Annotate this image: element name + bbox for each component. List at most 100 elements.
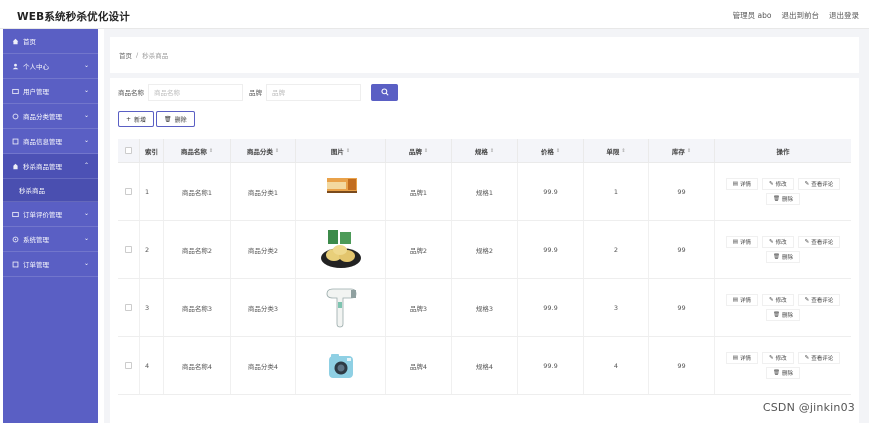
cell-stock: 99 — [649, 337, 715, 394]
sidebar-item-user-management[interactable]: 用户管理 ⌄ — [3, 79, 98, 104]
cell-category: 商品分类1 — [231, 163, 296, 220]
edit-icon: ✎ — [804, 297, 810, 303]
action-bar: + 新增 🗑 删除 — [118, 111, 195, 127]
batch-delete-button[interactable]: 🗑 删除 — [156, 111, 195, 127]
cell-index: 2 — [140, 221, 164, 278]
row-checkbox[interactable] — [125, 362, 132, 369]
breadcrumb-separator: / — [136, 51, 139, 59]
sidebar-item-category-management[interactable]: 商品分类管理 ⌄ — [3, 104, 98, 129]
add-button[interactable]: + 新增 — [118, 111, 155, 127]
view-review-button[interactable]: ✎ 查看评论 — [797, 178, 841, 190]
trash-icon: 🗑 — [773, 370, 780, 376]
sort-icon: ⇕ — [489, 147, 495, 154]
goods-table: 索引 商品名称 ⇕ 商品分类 ⇕ 图片 ⇕ 品牌 ⇕ 规格 ⇕ 价格 ⇕ 单限 ⇕ 库存 ⇕ 操… — [118, 139, 851, 395]
watermark: CSDN @jinkin03 — [762, 401, 855, 414]
delete-button[interactable]: 🗑 删除 — [766, 309, 800, 321]
app-title: WEB系统秒杀优化设计 — [17, 11, 130, 23]
delete-button[interactable]: 🗑 删除 — [766, 367, 800, 379]
detail-icon: ▤ — [732, 297, 738, 303]
detail-button[interactable]: ▤ 详情 — [725, 294, 758, 306]
row-checkbox[interactable] — [125, 304, 132, 311]
cell-operations: ▤ 详情 ✎ 修改 ✎ 查看评论 🗑 删除 — [715, 337, 851, 394]
detail-button[interactable]: ▤ 详情 — [725, 178, 758, 190]
view-review-button[interactable]: ✎ 查看评论 — [797, 294, 841, 306]
edit-icon: ✎ — [804, 355, 810, 361]
trash-icon: 🗑 — [773, 312, 780, 318]
col-stock[interactable]: 库存 ⇕ — [649, 139, 715, 162]
cell-stock: 99 — [649, 221, 715, 278]
goods-name-label: 商品名称 — [118, 89, 144, 97]
view-review-button[interactable]: ✎ 查看评论 — [797, 352, 841, 364]
sidebar-item-goods-management[interactable]: 商品信息管理 ⌄ — [3, 129, 98, 154]
detail-button[interactable]: ▤ 详情 — [725, 352, 758, 364]
cell-price: 99.9 — [518, 163, 584, 220]
breadcrumb-current: 秒杀商品 — [142, 52, 169, 60]
sidebar-subitem-label: 秒杀商品 — [19, 187, 45, 195]
cell-spec: 规格4 — [452, 337, 518, 394]
cell-limit: 3 — [584, 279, 649, 336]
col-image[interactable]: 图片 ⇕ — [296, 139, 386, 162]
back-to-front-link[interactable]: 退出到前台 — [782, 10, 820, 21]
col-category[interactable]: 商品分类 ⇕ — [231, 139, 296, 162]
col-spec[interactable]: 规格 ⇕ — [452, 139, 518, 162]
trash-icon: 🗑 — [773, 254, 780, 260]
order-icon — [11, 260, 19, 268]
col-operations: 操作 — [776, 147, 790, 156]
sidebar-subitem-flash-sale-goods[interactable]: 秒杀商品 — [3, 179, 98, 202]
cell-name: 商品名称4 — [164, 337, 231, 394]
edit-icon: ✎ — [804, 239, 810, 245]
cell-price: 99.9 — [518, 221, 584, 278]
col-brand[interactable]: 品牌 ⇕ — [386, 139, 452, 162]
col-price[interactable]: 价格 ⇕ — [518, 139, 584, 162]
users-icon — [11, 87, 19, 95]
cell-name: 商品名称3 — [164, 279, 231, 336]
sidebar-item-order-review-management[interactable]: 订单评价管理 ⌄ — [3, 202, 98, 227]
sidebar-item-label: 首页 — [23, 38, 36, 46]
hair-dryer-icon — [318, 286, 364, 330]
edit-button[interactable]: ✎ 修改 — [761, 178, 794, 190]
cell-brand: 品牌1 — [386, 163, 452, 220]
logout-link[interactable]: 退出登录 — [829, 10, 859, 21]
sidebar-item-personal-center[interactable]: 个人中心 ⌄ — [3, 54, 98, 79]
search-icon — [380, 88, 389, 96]
select-all-checkbox[interactable] — [125, 147, 132, 154]
cell-limit: 1 — [584, 163, 649, 220]
cell-brand: 品牌2 — [386, 221, 452, 278]
sidebar: 首页 个人中心 ⌄ 用户管理 ⌄ 商品分类管理 ⌄ 商品信息管理 ⌄ 秒杀商品管… — [3, 29, 98, 423]
sidebar-item-label: 商品分类管理 — [23, 113, 62, 121]
row-checkbox[interactable] — [125, 188, 132, 195]
category-icon — [11, 112, 19, 120]
detail-icon: ▤ — [732, 181, 738, 187]
sidebar-item-label: 秒杀商品管理 — [23, 163, 62, 171]
sort-icon: ⇕ — [208, 147, 214, 154]
cell-spec: 规格2 — [452, 221, 518, 278]
chevron-down-icon: ⌄ — [83, 112, 89, 119]
cell-brand: 品牌4 — [386, 337, 452, 394]
cell-image — [296, 221, 386, 278]
edit-button[interactable]: ✎ 修改 — [761, 294, 794, 306]
cell-brand: 品牌3 — [386, 279, 452, 336]
cell-index: 1 — [140, 163, 164, 220]
breadcrumb-home[interactable]: 首页 — [119, 50, 132, 60]
brand-label: 品牌 — [249, 89, 262, 97]
col-index[interactable]: 索引 — [140, 139, 164, 162]
brand-input[interactable]: 品牌 — [266, 83, 361, 101]
detail-button[interactable]: ▤ 详情 — [725, 236, 758, 248]
row-checkbox[interactable] — [125, 246, 132, 253]
delete-button[interactable]: 🗑 删除 — [766, 251, 800, 263]
sort-icon: ⇕ — [423, 147, 429, 154]
sidebar-item-home[interactable]: 首页 — [3, 29, 98, 54]
edit-button[interactable]: ✎ 修改 — [761, 236, 794, 248]
view-review-button[interactable]: ✎ 查看评论 — [797, 236, 841, 248]
edit-button[interactable]: ✎ 修改 — [761, 352, 794, 364]
search-button[interactable] — [371, 83, 398, 101]
delete-button[interactable]: 🗑 删除 — [766, 193, 800, 205]
col-limit[interactable]: 单限 ⇕ — [584, 139, 649, 162]
sidebar-item-system-management[interactable]: 系统管理 ⌄ — [3, 227, 98, 252]
home-icon — [11, 37, 19, 45]
sidebar-item-label: 用户管理 — [23, 88, 49, 96]
sidebar-item-order-management[interactable]: 订单管理 ⌄ — [3, 252, 98, 277]
goods-name-input[interactable]: 商品名称 — [148, 83, 243, 101]
col-name[interactable]: 商品名称 ⇕ — [164, 139, 231, 162]
sidebar-item-flash-sale-management[interactable]: 秒杀商品管理 ⌃ — [3, 154, 98, 179]
